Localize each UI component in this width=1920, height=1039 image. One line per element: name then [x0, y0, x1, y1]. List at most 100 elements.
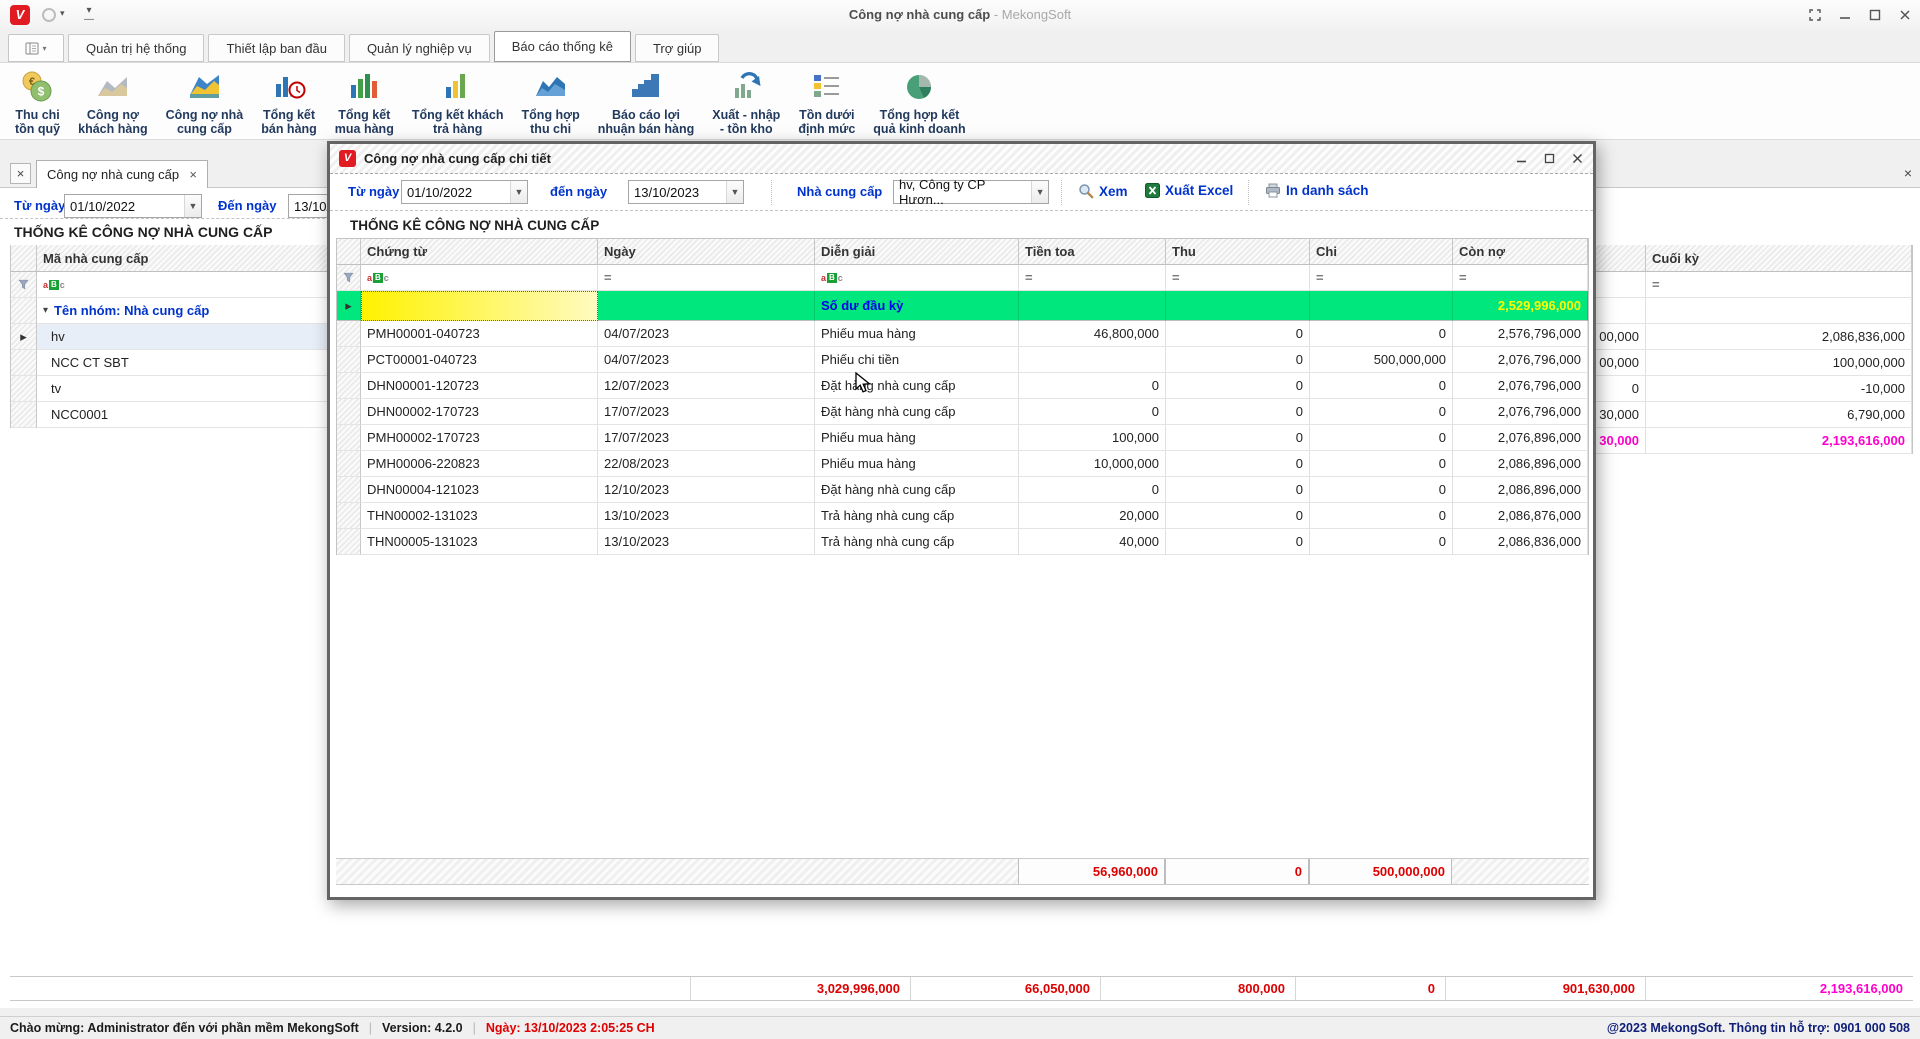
filter-row-indicator: [337, 265, 361, 291]
filter-cell-0[interactable]: aBc: [361, 265, 598, 291]
dialog-maximize-button[interactable]: [1543, 152, 1556, 165]
column-header-5[interactable]: Chi: [1310, 239, 1453, 265]
column-header-2[interactable]: Diễn giải: [815, 239, 1019, 265]
table-row[interactable]: PMH00002-17072317/07/2023Phiếu mua hàng1…: [337, 425, 1588, 451]
close-all-tabs-button[interactable]: ×: [10, 163, 31, 184]
supplier-combo[interactable]: hv, Công ty CP Hươn...▼: [893, 180, 1049, 204]
layout-menu-button[interactable]: ▾: [8, 34, 64, 62]
row-indicator: [337, 503, 361, 529]
ribbon-button-3[interactable]: Tổng kếtbán hàng: [252, 68, 326, 137]
right-columns-row[interactable]: 00,0002,086,836,000: [1596, 324, 1912, 350]
cell: 0: [1019, 399, 1166, 425]
menu-tab-0[interactable]: Quản trị hệ thống: [68, 34, 204, 62]
supplier-row[interactable]: tv: [11, 376, 340, 402]
filter-cell-1[interactable]: =: [598, 265, 815, 291]
print-list-button[interactable]: In danh sách: [1265, 183, 1369, 198]
svg-text:$: $: [38, 85, 45, 99]
detail-dialog: V Công nợ nhà cung cấp chi tiết Từ ngày …: [327, 141, 1596, 900]
column-header-6[interactable]: Còn nợ: [1453, 239, 1588, 265]
cuoi-ky-value-cell: 2,193,616,000: [1646, 428, 1912, 454]
cuoi-ky-header[interactable]: Cuối kỳ: [1646, 245, 1912, 272]
cell: Trả hàng nhà cung cấp: [815, 503, 1019, 529]
ribbon-button-7[interactable]: Báo cáo lợinhuận bán hàng: [589, 68, 704, 137]
minimize-button[interactable]: [1838, 8, 1852, 22]
filter-cell[interactable]: =: [1646, 272, 1912, 298]
to-date-combo[interactable]: 13/10/2023▼: [628, 180, 744, 204]
right-columns-row[interactable]: 00,000100,000,000: [1596, 350, 1912, 376]
table-row[interactable]: DHN00002-17072317/07/2023Đặt hàng nhà cu…: [337, 399, 1588, 425]
filter-cell[interactable]: [1596, 272, 1646, 298]
empty-cell: [1596, 298, 1646, 324]
menu-tab-2[interactable]: Quản lý nghiệp vụ: [349, 34, 490, 62]
filter-cell-6[interactable]: =: [1453, 265, 1588, 291]
filter-funnel-icon: [18, 279, 29, 290]
opening-balance-row[interactable]: ▸Số dư đầu kỳ2,529,996,000: [337, 291, 1588, 321]
tab-close-icon[interactable]: ×: [189, 167, 197, 182]
cell: 0: [1166, 347, 1310, 373]
right-columns-row[interactable]: 30,0006,790,000: [1596, 402, 1912, 428]
view-button[interactable]: Xem: [1078, 183, 1128, 199]
ribbon-button-label: Công nợkhách hàng: [78, 108, 147, 136]
column-header-1[interactable]: Ngày: [598, 239, 815, 265]
filter-cell-5[interactable]: =: [1310, 265, 1453, 291]
cell: Phiếu mua hàng: [815, 451, 1019, 477]
group-row[interactable]: ▾Tên nhóm: Nhà cung cấp: [11, 298, 340, 324]
statusbar-date: Ngày: 13/10/2023 2:05:25 CH: [486, 1021, 655, 1035]
ribbon-button-10[interactable]: Tổng hợp kếtquả kinh doanh: [864, 68, 974, 137]
table-row[interactable]: DHN00001-12072312/07/2023Đặt hàng nhà cu…: [337, 373, 1588, 399]
supplier-table-header-row: Mã nhà cung cấp: [11, 245, 340, 272]
ribbon-button-1[interactable]: Công nợkhách hàng: [69, 68, 156, 137]
right-columns-row[interactable]: 30,0002,193,616,000: [1596, 428, 1912, 454]
prev-column-header[interactable]: [1596, 245, 1646, 272]
cell: 46,800,000: [1019, 321, 1166, 347]
document-tab[interactable]: Công nợ nhà cung cấp ×: [36, 160, 208, 188]
column-header-0[interactable]: Chứng từ: [361, 239, 598, 265]
table-row[interactable]: PMH00006-22082322/08/2023Phiếu mua hàng1…: [337, 451, 1588, 477]
ribbon-button-8[interactable]: Xuất - nhập- tồn kho: [703, 68, 789, 137]
grand-total-4: 901,630,000: [1445, 977, 1645, 1000]
ribbon-button-5[interactable]: Tổng kết kháchtrả hàng: [403, 68, 513, 137]
table-row[interactable]: DHN00004-12102312/10/2023Đặt hàng nhà cu…: [337, 477, 1588, 503]
close-button[interactable]: [1898, 8, 1912, 22]
menu-tab-1[interactable]: Thiết lập ban đầu: [208, 34, 344, 62]
table-row[interactable]: PMH00001-04072304/07/2023Phiếu mua hàng4…: [337, 321, 1588, 347]
filter-cell-2[interactable]: aBc: [815, 265, 1019, 291]
cell: 100,000: [1019, 425, 1166, 451]
filter-cell-3[interactable]: =: [1019, 265, 1166, 291]
cell: Đặt hàng nhà cung cấp: [815, 373, 1019, 399]
mouse-cursor: [855, 372, 873, 394]
table-row[interactable]: THN00002-13102313/10/2023Trả hàng nhà cu…: [337, 503, 1588, 529]
filter-cell[interactable]: aBc: [37, 272, 340, 298]
menu-tab-3[interactable]: Báo cáo thống kê: [494, 31, 631, 62]
column-header-3[interactable]: Tiền toa: [1019, 239, 1166, 265]
dialog-close-button[interactable]: [1571, 152, 1584, 165]
column-header-4[interactable]: Thu: [1166, 239, 1310, 265]
supplier-row[interactable]: NCC0001: [11, 402, 340, 428]
tabstrip-close-button[interactable]: ×: [1904, 165, 1912, 181]
supplier-row[interactable]: NCC CT SBT: [11, 350, 340, 376]
table-row[interactable]: THN00005-13102313/10/2023Trả hàng nhà cu…: [337, 529, 1588, 555]
export-excel-button[interactable]: Xuất Excel: [1145, 183, 1233, 198]
from-date-combo[interactable]: 01/10/2022▼: [401, 180, 528, 204]
ribbon-button-9[interactable]: Tồn dướiđịnh mức: [789, 68, 864, 137]
ribbon-button-label: Thu chitồn quỹ: [15, 108, 60, 136]
ribbon-button-4[interactable]: Tổng kếtmua hàng: [326, 68, 403, 137]
fullscreen-button[interactable]: [1808, 8, 1822, 22]
supplier-row[interactable]: ▸hv: [11, 324, 340, 350]
ribbon-button-6[interactable]: Tổng hợpthu chi: [513, 68, 589, 137]
maximize-button[interactable]: [1868, 8, 1882, 22]
ribbon-button-0[interactable]: €$Thu chitồn quỹ: [6, 68, 69, 137]
ribbon-button-2[interactable]: Công nợ nhàcung cấp: [157, 68, 253, 137]
filter-cell-4[interactable]: =: [1166, 265, 1310, 291]
dialog-minimize-button[interactable]: [1515, 152, 1528, 165]
table-row[interactable]: PCT00001-04072304/07/2023Phiếu chi tiền0…: [337, 347, 1588, 373]
bg-from-date-combo[interactable]: 01/10/2022▼: [64, 194, 202, 218]
cuoi-ky-value-cell: 6,790,000: [1646, 402, 1912, 428]
supplier-code-header[interactable]: Mã nhà cung cấp: [37, 245, 340, 272]
ribbon-button-label: Tổng kếtbán hàng: [261, 108, 317, 136]
menu-tab-4[interactable]: Trợ giúp: [635, 34, 720, 62]
row-indicator: [337, 321, 361, 347]
supplier-code-cell: NCC CT SBT: [37, 350, 340, 376]
group-expander-icon[interactable]: ▾: [43, 305, 48, 316]
right-columns-row[interactable]: 0-10,000: [1596, 376, 1912, 402]
